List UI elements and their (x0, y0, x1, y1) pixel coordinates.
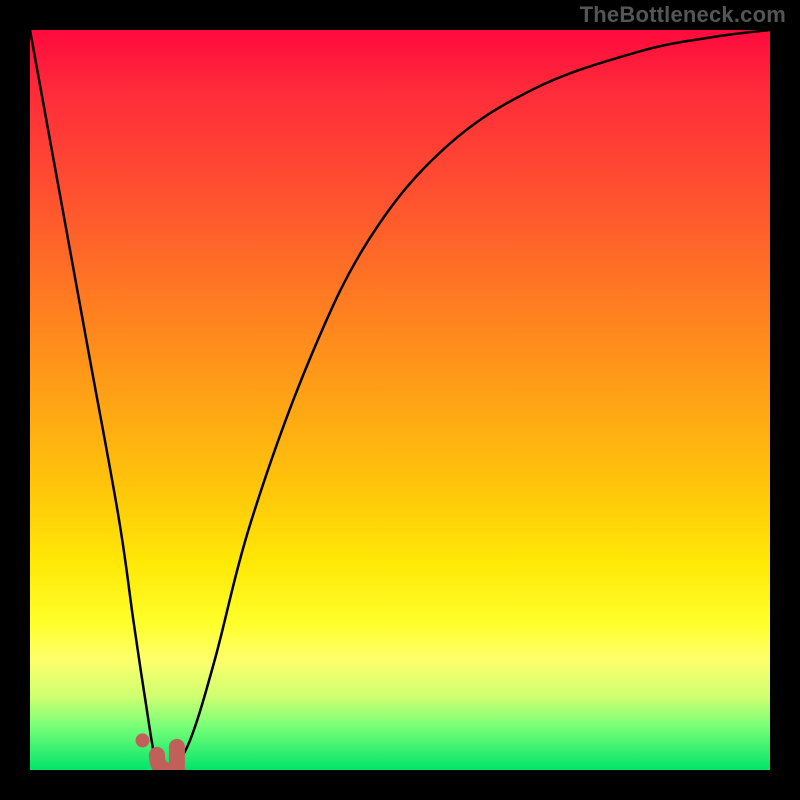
plot-area (30, 30, 770, 770)
marker-group (136, 733, 177, 770)
watermark-text: TheBottleneck.com (580, 2, 786, 28)
chart-container: TheBottleneck.com (0, 0, 800, 800)
curve-svg (30, 30, 770, 770)
bottleneck-curve (30, 30, 770, 769)
marker-dot-icon (136, 733, 150, 747)
marker-j-icon (157, 747, 177, 770)
